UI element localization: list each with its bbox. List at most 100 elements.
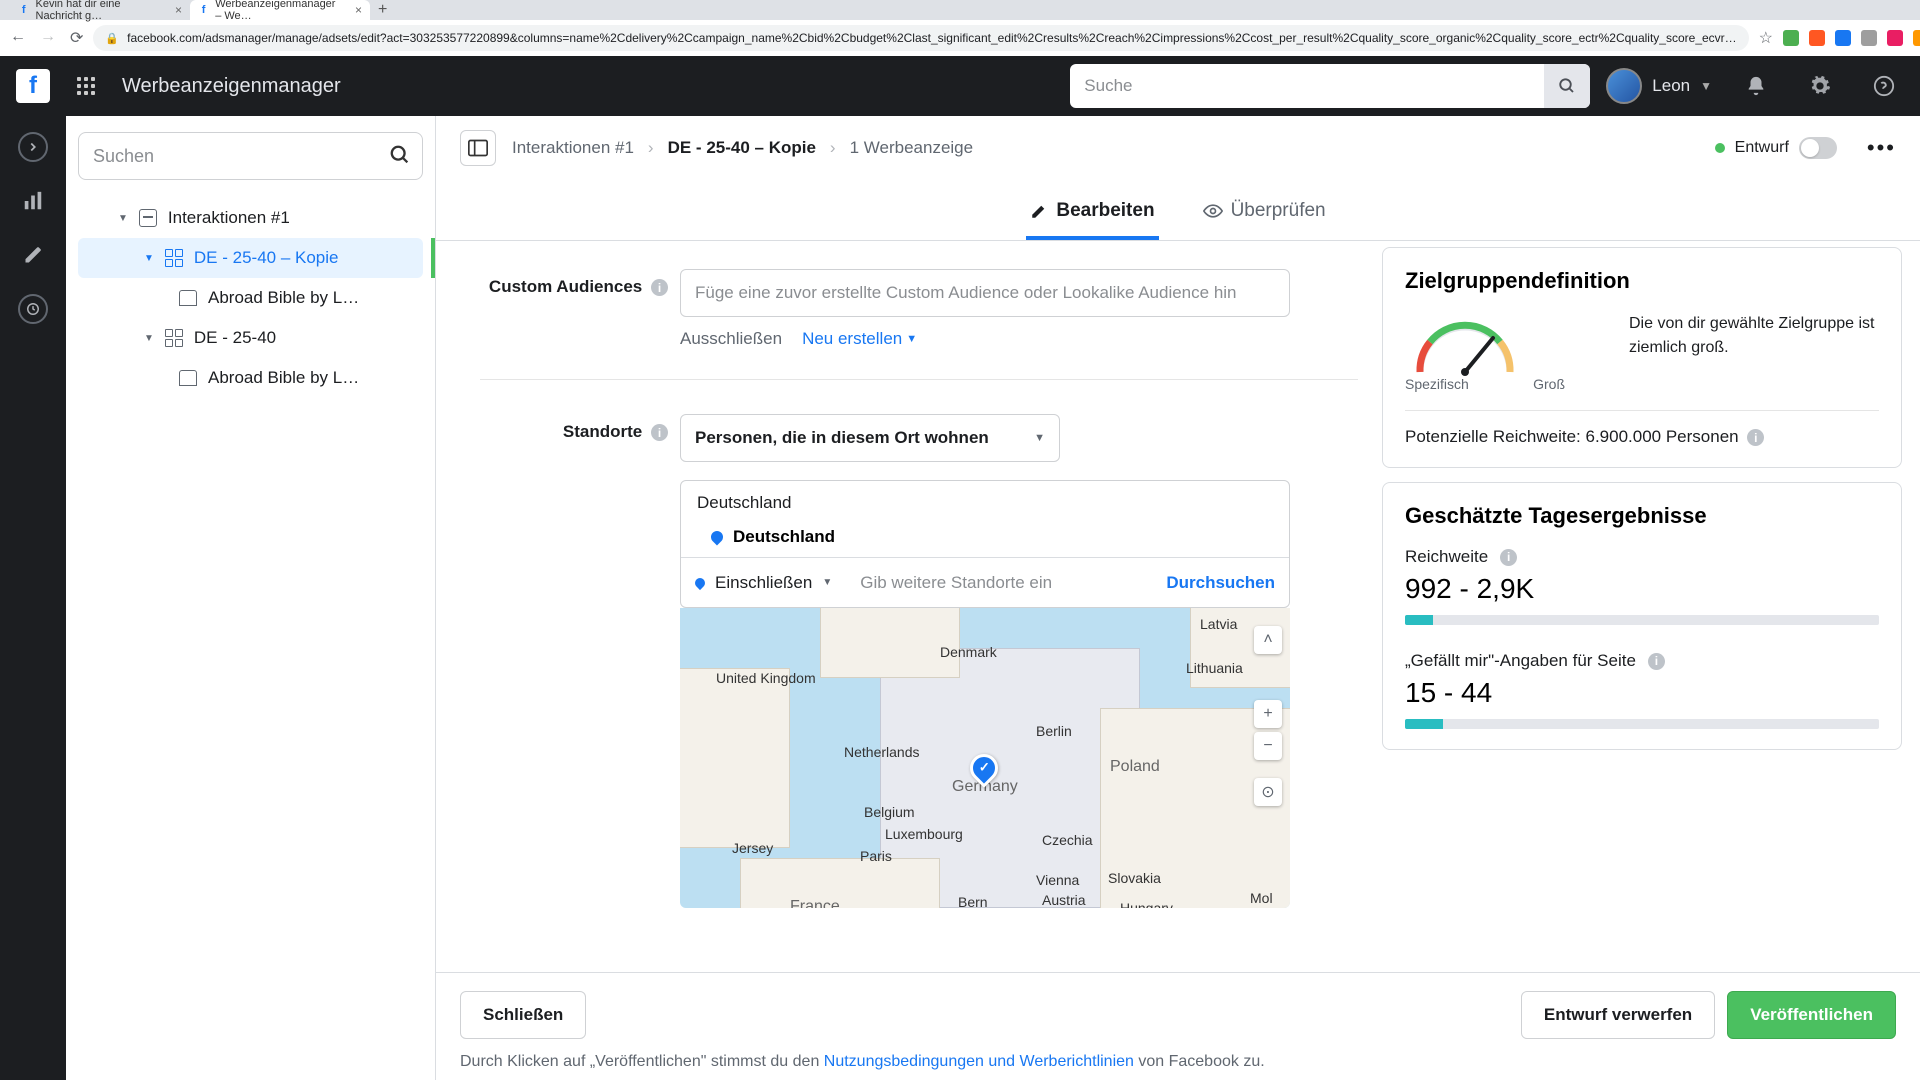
more-menu-icon[interactable]: ••• <box>1867 135 1896 161</box>
adset-icon <box>164 328 184 348</box>
pin-icon <box>693 575 707 589</box>
info-icon[interactable]: i <box>1747 429 1764 446</box>
tree-adset-2[interactable]: ▼ DE - 25-40 <box>78 318 423 358</box>
tree-search-input[interactable] <box>78 132 423 180</box>
map-label: Paris <box>860 848 892 864</box>
map-label: Bern <box>958 894 988 908</box>
terms-link[interactable]: Nutzungsbedingungen und Werberichtlinien <box>824 1053 1134 1070</box>
exclude-link[interactable]: Ausschließen <box>680 329 782 349</box>
info-icon[interactable]: i <box>651 424 668 441</box>
info-icon[interactable]: i <box>1648 653 1665 670</box>
help-icon[interactable] <box>1864 66 1904 106</box>
facebook-favicon: f <box>18 3 30 17</box>
gauge-label-broad: Groß <box>1533 376 1565 392</box>
chevron-down-icon: ▼ <box>822 577 832 588</box>
map-label: Jersey <box>732 840 773 856</box>
forward-icon[interactable]: → <box>40 28 56 48</box>
reload-icon[interactable]: ⟳ <box>70 28 83 48</box>
crumb-ad[interactable]: 1 Werbeanzeige <box>850 138 974 158</box>
ext-icon[interactable] <box>1861 30 1877 46</box>
close-icon[interactable]: × <box>175 3 182 17</box>
map-label: France <box>790 898 840 908</box>
location-group: Deutschland <box>681 481 1289 517</box>
pin-icon <box>709 529 726 546</box>
new-tab-button[interactable]: + <box>378 1 387 19</box>
locations-label: Standorte i <box>454 414 680 442</box>
draft-toggle[interactable] <box>1799 137 1837 159</box>
ext-icon[interactable] <box>1835 30 1851 46</box>
notifications-icon[interactable] <box>1736 66 1776 106</box>
info-icon[interactable]: i <box>651 279 668 296</box>
map-label: Mol <box>1250 890 1273 906</box>
map-label: Slovakia <box>1108 870 1161 886</box>
location-input[interactable] <box>846 573 1152 593</box>
ad-icon <box>178 288 198 308</box>
rail-history[interactable] <box>18 294 48 324</box>
search-button[interactable] <box>1544 64 1590 108</box>
tree-ad-2[interactable]: Abroad Bible by L… <box>78 358 423 398</box>
ext-icon[interactable] <box>1887 30 1903 46</box>
address-bar[interactable]: 🔒 facebook.com/adsmanager/manage/adsets/… <box>93 25 1748 51</box>
daily-results-card: Geschätzte Tagesergebnisse Reichweite i … <box>1382 482 1902 750</box>
custom-audiences-input[interactable] <box>680 269 1290 317</box>
close-icon[interactable]: × <box>355 3 362 17</box>
map-collapse-button[interactable]: ˄ <box>1254 626 1282 654</box>
location-item[interactable]: Deutschland <box>681 517 1289 557</box>
browser-tab-2[interactable]: f Werbeanzeigenmanager – We… × <box>190 0 370 20</box>
footer: Schließen Entwurf verwerfen Veröffentlic… <box>436 972 1920 1080</box>
tree-label: Interaktionen #1 <box>168 208 290 228</box>
footer-note: Durch Klicken auf „Veröffentlichen" stim… <box>460 1053 1896 1071</box>
likes-value: 15 - 44 <box>1405 677 1879 709</box>
star-icon[interactable]: ☆ <box>1759 28 1773 48</box>
crumb-campaign[interactable]: Interaktionen #1 <box>512 138 634 158</box>
ext-icon[interactable] <box>1809 30 1825 46</box>
include-select[interactable]: Einschließen ▼ <box>681 573 846 593</box>
close-button[interactable]: Schließen <box>460 991 586 1039</box>
chevron-right-icon: › <box>830 138 836 158</box>
ext-icon[interactable] <box>1913 30 1920 46</box>
browse-link[interactable]: Durchsuchen <box>1152 573 1289 593</box>
map-zoom-out-button[interactable]: − <box>1254 732 1282 760</box>
tree-label: Abroad Bible by L… <box>208 288 359 308</box>
map-label: Czechia <box>1042 832 1093 848</box>
back-icon[interactable]: ← <box>10 28 26 48</box>
rail-overview[interactable] <box>18 132 48 162</box>
browser-tab-1[interactable]: f Kevin hat dir eine Nachricht g… × <box>10 0 190 20</box>
map-label: Lithuania <box>1186 660 1243 676</box>
draft-label: Entwurf <box>1735 139 1789 157</box>
draft-status: Entwurf <box>1715 137 1837 159</box>
user-menu[interactable]: Leon ▼ <box>1606 68 1712 104</box>
location-type-select[interactable]: Personen, die in diesem Ort wohnen ▼ <box>680 414 1060 462</box>
tab-title: Kevin hat dir eine Nachricht g… <box>36 0 163 22</box>
facebook-logo[interactable]: f <box>16 69 50 103</box>
tree-campaign[interactable]: ▼ Interaktionen #1 <box>78 198 423 238</box>
global-search <box>1070 64 1590 108</box>
tab-edit[interactable]: Bearbeiten <box>1026 188 1158 240</box>
tree-ad-1[interactable]: Abroad Bible by L… <box>78 278 423 318</box>
audience-gauge <box>1405 312 1525 382</box>
search-input[interactable] <box>1070 76 1544 96</box>
breadcrumb: Interaktionen #1 › DE - 25-40 – Kopie › … <box>512 138 973 158</box>
info-icon[interactable]: i <box>1500 549 1517 566</box>
adset-icon <box>164 248 184 268</box>
location-map[interactable]: United Kingdom Denmark Latvia Lithuania … <box>680 608 1290 908</box>
discard-draft-button[interactable]: Entwurf verwerfen <box>1521 991 1715 1039</box>
custom-audiences-label: Custom Audiences i <box>454 269 680 297</box>
crumb-adset[interactable]: DE - 25-40 – Kopie <box>668 138 816 158</box>
rail-charts[interactable] <box>18 186 48 216</box>
tree-adset-1[interactable]: ▼ DE - 25-40 – Kopie <box>78 238 423 278</box>
rail-edit[interactable] <box>18 240 48 270</box>
create-new-link[interactable]: Neu erstellen ▼ <box>802 329 917 349</box>
map-zoom-in-button[interactable]: + <box>1254 700 1282 728</box>
map-label: Berlin <box>1036 723 1072 739</box>
map-locate-button[interactable]: ⊙ <box>1254 778 1282 806</box>
ext-icon[interactable] <box>1783 30 1799 46</box>
toggle-panel-button[interactable] <box>460 130 496 166</box>
tree-label: DE - 25-40 – Kopie <box>194 248 339 268</box>
publish-button[interactable]: Veröffentlichen <box>1727 991 1896 1039</box>
chevron-down-icon: ▼ <box>118 213 128 224</box>
tab-review[interactable]: Überprüfen <box>1199 188 1330 240</box>
settings-icon[interactable] <box>1800 66 1840 106</box>
chevron-down-icon: ▼ <box>144 253 154 264</box>
apps-grid-icon[interactable] <box>66 66 106 106</box>
